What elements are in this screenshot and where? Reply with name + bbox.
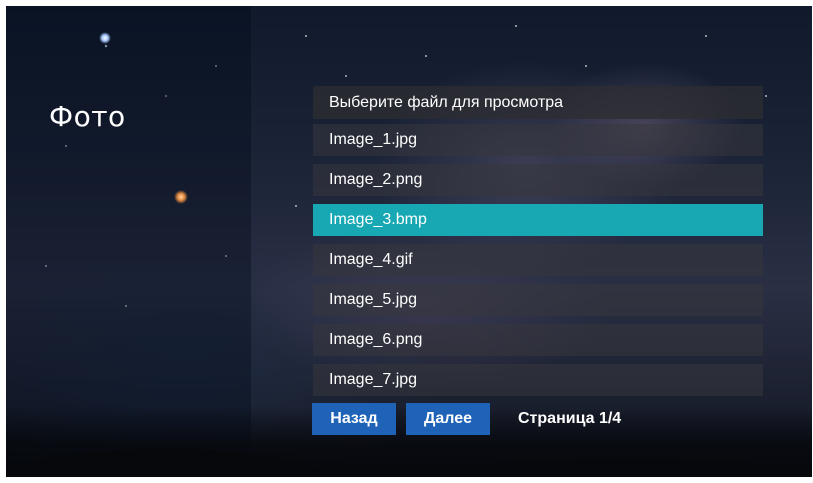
next-button[interactable]: Далее: [406, 403, 490, 435]
file-item[interactable]: Image_2.png: [313, 164, 763, 196]
page-indicator: Страница 1/4: [518, 410, 622, 427]
file-list: Image_1.jpg Image_2.png Image_3.bmp Imag…: [313, 124, 763, 404]
back-button[interactable]: Назад: [312, 403, 396, 435]
file-item[interactable]: Image_5.jpg: [313, 284, 763, 316]
file-item[interactable]: Image_6.png: [313, 324, 763, 356]
photo-browser-screen: Фото Выберите файл для просмотра Image_1…: [6, 6, 812, 477]
background-star: [174, 190, 188, 204]
file-item-selected[interactable]: Image_3.bmp: [313, 204, 763, 236]
file-item[interactable]: Image_1.jpg: [313, 124, 763, 156]
file-item[interactable]: Image_7.jpg: [313, 364, 763, 396]
background-star: [99, 32, 111, 44]
file-list-header: Выберите файл для просмотра: [313, 86, 763, 119]
file-item[interactable]: Image_4.gif: [313, 244, 763, 276]
page-title: Фото: [49, 100, 126, 133]
